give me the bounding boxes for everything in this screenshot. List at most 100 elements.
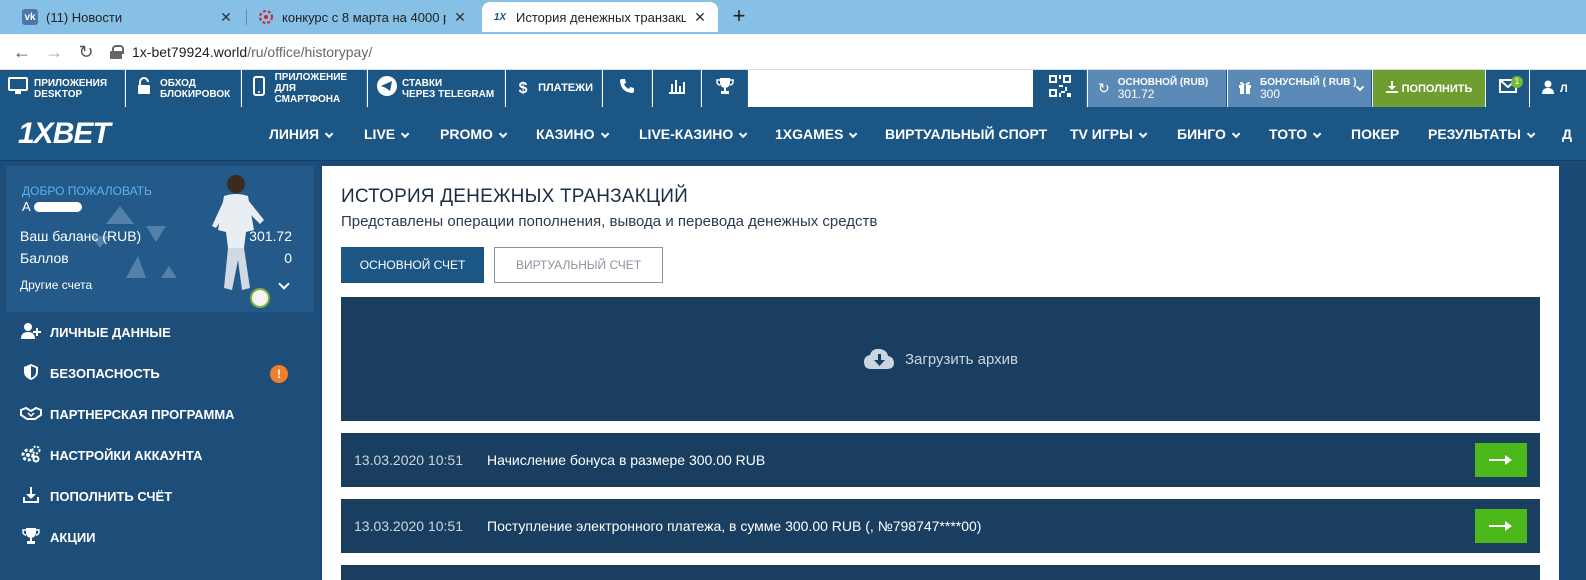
browser-tab-vk[interactable]: vk (11) Новости ✕ <box>12 2 244 32</box>
close-icon[interactable]: ✕ <box>452 9 468 26</box>
shield-icon <box>20 363 42 384</box>
transaction-description: Начисление бонуса в размере 300.00 RUB <box>487 452 766 468</box>
nav-line[interactable]: ЛИНИЯ <box>269 107 334 161</box>
chevron-down-icon <box>278 278 290 290</box>
forward-arrow-icon[interactable]: → <box>44 42 64 62</box>
nav-1xgames[interactable]: 1XGAMES <box>775 107 858 161</box>
nav-results[interactable]: РЕЗУЛЬТАТЫ <box>1428 107 1536 161</box>
close-icon[interactable]: ✕ <box>692 9 708 26</box>
tab-title: История денежных транзакций <box>516 9 686 25</box>
nav-label: LIVE-КАЗИНО <box>639 126 734 142</box>
tab-title: (11) Новости <box>46 9 123 25</box>
sidebar-item-deposit[interactable]: ПОПОЛНИТЬ СЧЁТ <box>0 476 320 517</box>
nav-label: БИНГО <box>1177 126 1226 142</box>
nav-promo[interactable]: PROMO <box>440 107 508 161</box>
nav-casino[interactable]: КАЗИНО <box>536 107 609 161</box>
sidebar-item-label: АКЦИИ <box>50 530 96 545</box>
desktop-apps-button[interactable]: ПРИЛОЖЕНИЯ DESKTOP <box>0 70 125 107</box>
table-row[interactable]: 13.03.2020 10:51 Начисление бонуса в раз… <box>341 433 1540 487</box>
sidebar-item-account-settings[interactable]: НАСТРОЙКИ АККАУНТА <box>0 435 320 476</box>
unlock-icon <box>134 77 154 100</box>
new-tab-button[interactable]: + <box>727 5 751 29</box>
qr-code-button[interactable] <box>1033 70 1087 107</box>
chevron-down-icon <box>401 129 410 139</box>
nav-label: ПОКЕР <box>1351 126 1400 142</box>
monitor-icon <box>8 77 28 100</box>
nav-more[interactable]: Д <box>1562 107 1572 161</box>
smartphone-app-button[interactable]: ПРИЛОЖЕНИЕ ДЛЯ СМАРТФОНА <box>242 70 367 107</box>
user-menu-button[interactable]: Л <box>1530 70 1586 107</box>
nav-label: PROMO <box>440 126 493 142</box>
decor-shard <box>106 206 134 224</box>
chevron-down-icon <box>739 129 748 139</box>
nav-virtual-sport[interactable]: ВИРТУАЛЬНЫЙ СПОРТ <box>885 107 1047 161</box>
nav-live[interactable]: LIVE <box>364 107 410 161</box>
topbar-label: ПРИЛОЖЕНИЕ ДЛЯ СМАРТФОНА <box>274 72 348 105</box>
sidebar-item-promotions[interactable]: АКЦИИ <box>0 517 320 558</box>
nav-label: ВИРТУАЛЬНЫЙ СПОРТ <box>885 126 1048 142</box>
balance-value: 301.72 <box>249 228 292 244</box>
url-field[interactable]: 1x-bet79924.world/ru/office/historypay/ <box>110 40 372 64</box>
browser-tab-bar: vk (11) Новости ✕ конкурс с 8 марта на 4… <box>0 0 1586 34</box>
messages-button[interactable]: 1 <box>1486 70 1529 107</box>
download-archive-button[interactable]: Загрузить архив <box>341 297 1540 421</box>
tab-virtual-account[interactable]: ВИРТУАЛЬНЫЙ СЧЕТ <box>494 247 663 283</box>
topbar-label: ПЛАТЕЖИ <box>538 82 593 94</box>
tournaments-button[interactable] <box>702 70 748 107</box>
chevron-down-icon <box>498 129 508 139</box>
close-icon[interactable]: ✕ <box>218 9 234 26</box>
tab-main-account[interactable]: ОСНОВНОЙ СЧЕТ <box>341 247 484 283</box>
site-top-bar: ПРИЛОЖЕНИЯ DESKTOP ОБХОД БЛОКИРОВОК ПРИЛ… <box>0 70 1586 107</box>
topbar-label: СТАВКИ ЧЕРЕЗ TELEGRAM <box>402 77 495 100</box>
main-balance[interactable]: ↻ ОСНОВНОЙ (RUB) 301.72 <box>1088 70 1227 107</box>
chevron-down-icon <box>1138 129 1148 139</box>
bypass-block-button[interactable]: ОБХОД БЛОКИРОВОК <box>126 70 241 107</box>
deposit-label: ПОПОЛНИТЬ <box>1401 82 1473 95</box>
deposit-button[interactable]: ПОПОЛНИТЬ <box>1373 70 1485 107</box>
open-transaction-button[interactable] <box>1475 443 1527 477</box>
url-host: 1x-bet79924.world <box>132 44 248 60</box>
gears-icon <box>20 445 42 467</box>
welcome-title: ДОБРО ПОЖАЛОВАТЬ <box>22 184 152 198</box>
logo[interactable]: 1XBET <box>18 117 111 151</box>
nav-bingo[interactable]: БИНГО <box>1177 107 1241 161</box>
points-row: Баллов 0 <box>20 250 292 266</box>
table-row[interactable]: 13.03.2020 10:51 Поступление электронног… <box>341 499 1540 553</box>
bonus-balance[interactable]: БОНУСНЫЙ ( RUB ) 300 <box>1228 70 1372 107</box>
page-subtitle: Представлены операции пополнения, вывода… <box>341 213 878 230</box>
nav-live-casino[interactable]: LIVE-КАЗИНО <box>639 107 748 161</box>
account-sidebar: ДОБРО ПОЖАЛОВАТЬ А Ваш баланс (RUB) 301.… <box>0 162 320 580</box>
sidebar-item-security[interactable]: БЕЗОПАСНОСТЬ ! <box>0 353 320 394</box>
statistics-button[interactable] <box>653 70 701 107</box>
reload-icon[interactable]: ↻ <box>76 42 96 62</box>
other-accounts-toggle[interactable]: Другие счета <box>20 278 292 292</box>
chevron-down-icon <box>1313 129 1322 139</box>
nav-toto[interactable]: ТОТО <box>1269 107 1322 161</box>
address-bar: ← → ↻ 1x-bet79924.world/ru/office/histor… <box>0 34 1586 70</box>
chevron-down-icon <box>1526 129 1536 139</box>
balance-label: Ваш баланс (RUB) <box>20 228 142 244</box>
sidebar-item-partner-program[interactable]: ПАРТНЕРСКАЯ ПРОГРАММА <box>0 394 320 435</box>
main-navigation: 1XBET ЛИНИЯ LIVE PROMO КАЗИНО LIVE-КАЗИН… <box>0 107 1586 161</box>
open-transaction-button[interactable] <box>1475 509 1527 543</box>
points-label: Баллов <box>20 250 69 266</box>
browser-tab-history[interactable]: 1X История денежных транзакций ✕ <box>482 2 718 32</box>
back-arrow-icon[interactable]: ← <box>12 42 32 62</box>
nav-poker[interactable]: ПОКЕР <box>1351 107 1399 161</box>
trophy-icon <box>715 77 734 100</box>
user-icon <box>1542 80 1554 97</box>
telegram-bets-button[interactable]: СТАВКИ ЧЕРЕЗ TELEGRAM <box>368 70 505 107</box>
payments-button[interactable]: $ ПЛАТЕЖИ <box>506 70 602 107</box>
arrow-right-icon <box>1489 455 1512 465</box>
nav-label: ЛИНИЯ <box>269 126 320 142</box>
url-path: /ru/office/historypay/ <box>247 44 373 60</box>
table-row[interactable] <box>341 565 1540 580</box>
sidebar-item-personal-data[interactable]: ЛИЧНЫЕ ДАННЫЕ <box>0 312 320 353</box>
user-plus-icon <box>20 322 42 343</box>
phone-button[interactable] <box>603 70 652 107</box>
browser-tab-contest[interactable]: конкурс с 8 марта на 4000 рубл ✕ <box>248 2 478 32</box>
nav-tv-games[interactable]: TV ИГРЫ <box>1070 107 1148 161</box>
smartphone-icon <box>250 76 269 101</box>
download-icon <box>1385 81 1398 96</box>
sidebar-item-label: НАСТРОЙКИ АККАУНТА <box>50 448 203 463</box>
